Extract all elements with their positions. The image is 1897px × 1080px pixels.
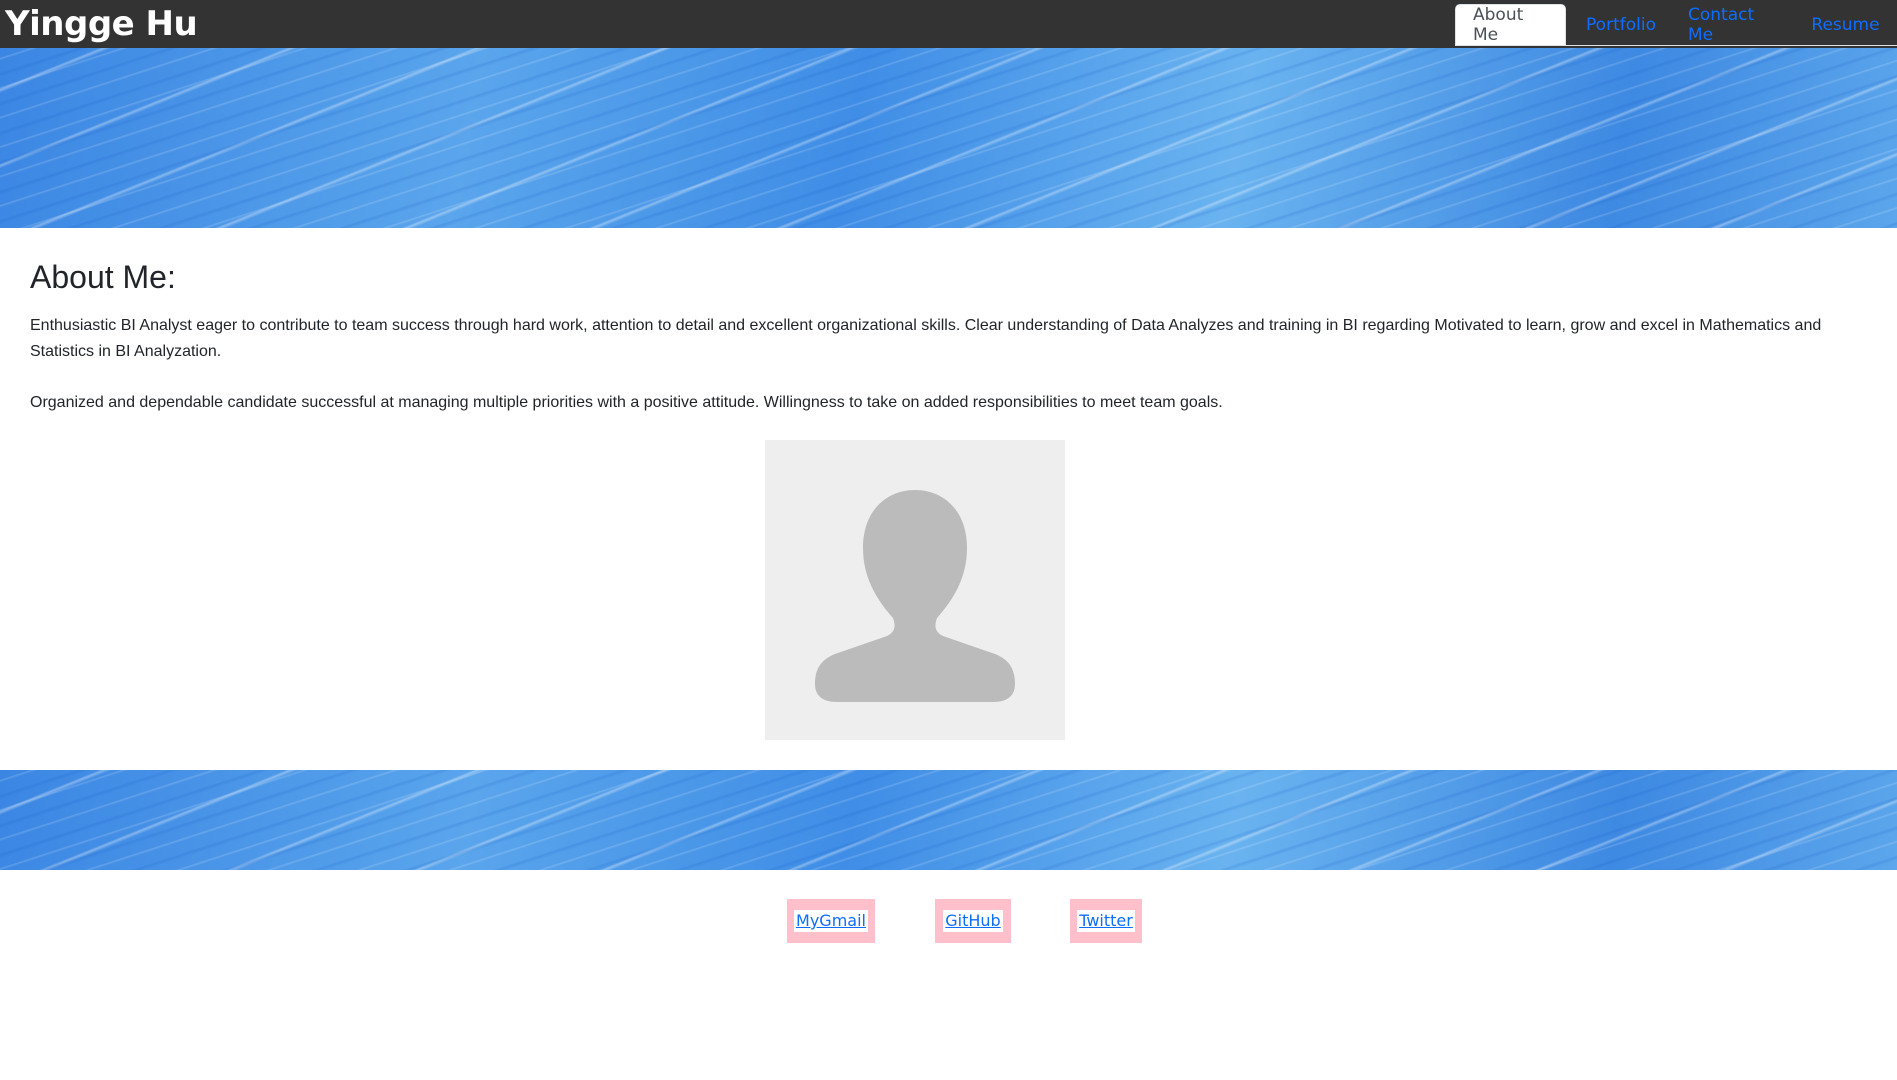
site-brand[interactable]: Yingge Hu: [5, 3, 198, 45]
user-silhouette-icon: [815, 490, 1015, 702]
footer-banner-image: [0, 770, 1897, 870]
profile-avatar: [765, 440, 1065, 740]
page-title: About Me:: [30, 259, 176, 295]
about-paragraph-2: Organized and dependable candidate succe…: [30, 394, 1223, 411]
footer-link-twitter-box: Twitter: [1070, 899, 1142, 943]
footer-link-gmail-box: MyGmail: [787, 899, 875, 943]
tab-about-me[interactable]: About Me: [1455, 4, 1566, 45]
header-banner-image: [0, 48, 1897, 228]
github-link[interactable]: GitHub: [943, 910, 1003, 932]
twitter-link[interactable]: Twitter: [1077, 910, 1135, 932]
tab-portfolio[interactable]: Portfolio: [1571, 4, 1671, 45]
top-navbar: Yingge Hu About Me Portfolio Contact Me …: [0, 0, 1897, 48]
about-section: About Me: Enthusiastic BI Analyst eager …: [30, 228, 1870, 416]
footer-link-github-box: GitHub: [935, 899, 1011, 943]
tab-contact-me[interactable]: Contact Me: [1671, 4, 1794, 45]
nav-tabs: About Me Portfolio Contact Me Resume: [1455, 4, 1897, 46]
tab-resume[interactable]: Resume: [1794, 4, 1897, 45]
gmail-link[interactable]: MyGmail: [794, 910, 868, 932]
footer-links: MyGmail GitHub Twitter: [0, 899, 1897, 943]
about-paragraph-1: Enthusiastic BI Analyst eager to contrib…: [30, 317, 1822, 360]
